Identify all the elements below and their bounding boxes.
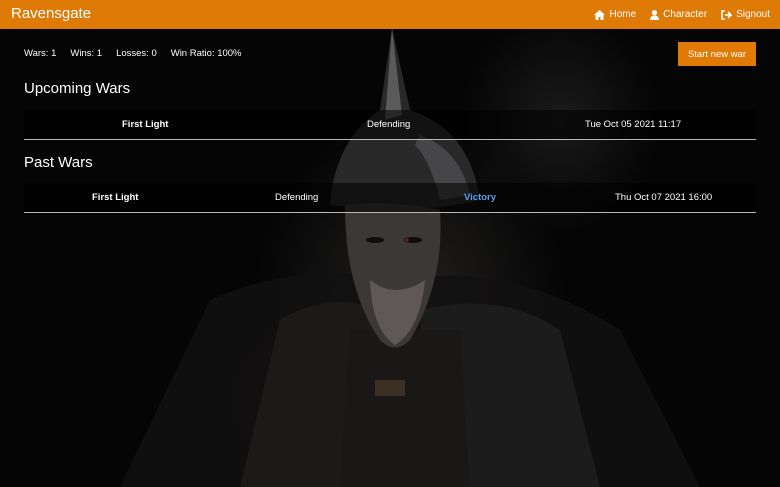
past-war-row[interactable]: First Light Defending Victory Thu Oct 07…	[24, 183, 756, 213]
home-icon	[594, 9, 606, 20]
user-icon	[650, 9, 660, 20]
upcoming-war-row[interactable]: First Light Defending Tue Oct 05 2021 11…	[24, 110, 756, 140]
brand-title[interactable]: Ravensgate	[11, 5, 91, 22]
nav-character-label: Character	[663, 9, 708, 20]
upcoming-wars-heading: Upcoming Wars	[24, 80, 131, 97]
nav-character[interactable]: Character	[650, 9, 707, 20]
war-name: First Light	[92, 192, 139, 203]
warrior-illustration	[120, 28, 700, 487]
war-name: First Light	[122, 119, 169, 130]
war-result-badge: Victory	[464, 192, 497, 203]
nav-signout[interactable]: Signout	[721, 9, 770, 20]
nav-home-label: Home	[609, 9, 637, 20]
stat-win-ratio: Win Ratio: 100%	[170, 48, 242, 59]
nav-home[interactable]: Home	[594, 9, 636, 20]
war-role: Defending	[275, 192, 319, 203]
war-stats: Wars: 1 Wins: 1 Losses: 0 Win Ratio: 100…	[24, 48, 242, 59]
nav-signout-label: Signout	[736, 9, 770, 20]
war-role: Defending	[367, 119, 411, 130]
start-new-war-button[interactable]: Start new war	[678, 42, 756, 66]
stat-wins: Wins: 1	[70, 48, 103, 59]
war-date: Thu Oct 07 2021 16:00	[615, 192, 713, 203]
background-art	[0, 0, 780, 487]
signout-icon	[721, 9, 733, 20]
stat-losses: Losses: 0	[116, 48, 157, 59]
nav-menu: Home Character Signout	[594, 0, 770, 29]
past-wars-heading: Past Wars	[24, 154, 93, 171]
war-date: Tue Oct 05 2021 11:17	[585, 119, 682, 130]
top-navbar: Ravensgate Home Character Signout	[0, 0, 780, 29]
stat-wars: Wars: 1	[24, 48, 57, 59]
